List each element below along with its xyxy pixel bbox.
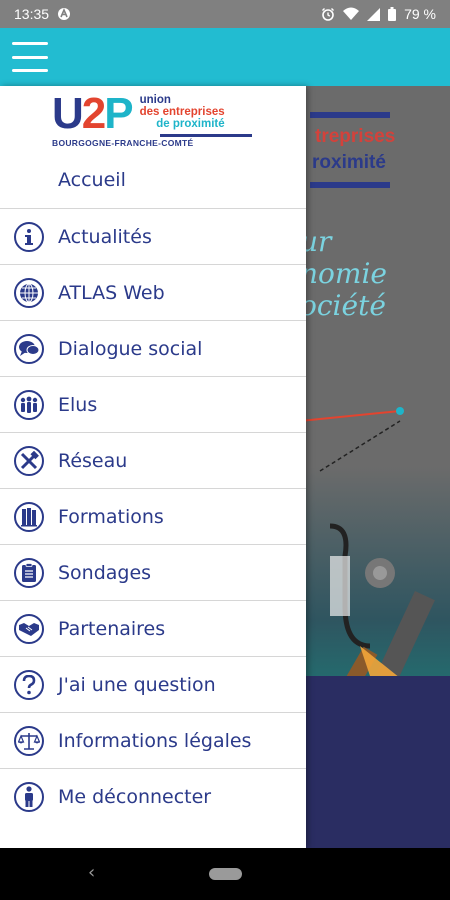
menu-item-label: Elus <box>58 393 98 416</box>
signal-icon <box>367 7 381 21</box>
chat-bubbles-icon <box>14 333 44 364</box>
system-nav-bar: ‹ <box>0 848 450 900</box>
menu-item-atlas-web[interactable]: ATLAS Web <box>0 265 306 321</box>
logo-region: BOURGOGNE-FRANCHE-COMTÉ <box>52 138 194 148</box>
alarm-icon <box>321 7 335 21</box>
menu-item-label: Me déconnecter <box>58 786 212 808</box>
navigation-drawer: U2P union des entreprises de proximité B… <box>0 86 306 848</box>
menu-item-sondages[interactable]: Sondages <box>0 545 306 601</box>
wifi-icon <box>343 7 360 21</box>
menu-item-label: Accueil <box>58 169 126 191</box>
menu-item-label: ATLAS Web <box>58 281 165 304</box>
person-icon <box>14 782 44 812</box>
globe-icon <box>14 277 44 308</box>
menu-item-partenaires[interactable]: Partenaires <box>0 601 306 657</box>
scales-icon <box>14 725 44 756</box>
status-bar: 13:35 79 % <box>0 0 450 28</box>
clipboard-icon <box>14 557 44 588</box>
menu-item-label: Dialogue social <box>58 337 203 360</box>
battery-level: 79 % <box>404 6 436 22</box>
menu-item-label: Réseau <box>58 449 128 472</box>
menu-item-label: Informations légales <box>58 729 252 752</box>
status-time: 13:35 <box>14 6 50 22</box>
menu-item-label: Partenaires <box>58 617 166 640</box>
menu-item-accueil[interactable]: Accueil <box>0 152 306 209</box>
menu-item-reseau[interactable]: Réseau <box>0 433 306 489</box>
menu-item-elus[interactable]: Elus <box>0 377 306 433</box>
battery-icon <box>388 7 397 21</box>
people-group-icon <box>14 389 44 420</box>
menu-item-label: Sondages <box>58 561 152 584</box>
tools-icon <box>14 445 44 476</box>
menu-item-question[interactable]: J'ai une question <box>0 657 306 713</box>
menu-item-actualites[interactable]: Actualités <box>0 209 306 265</box>
books-icon <box>14 501 44 532</box>
logo-stripe <box>160 134 252 137</box>
menu-item-dialogue-social[interactable]: Dialogue social <box>0 321 306 377</box>
menu-item-informations-legales[interactable]: Informations légales <box>0 713 306 769</box>
handshake-icon <box>14 613 44 644</box>
home-pill-icon[interactable] <box>209 868 242 880</box>
hamburger-menu-icon[interactable] <box>12 42 48 72</box>
question-icon <box>14 669 44 700</box>
menu-item-deconnecter[interactable]: Me déconnecter <box>0 769 306 825</box>
notification-icon <box>57 7 71 21</box>
menu-item-label: Actualités <box>58 225 152 248</box>
u2p-logo: U2P union des entreprises de proximité <box>52 89 225 138</box>
menu-item-label: J'ai une question <box>58 673 216 696</box>
menu-item-formations[interactable]: Formations <box>0 489 306 545</box>
app-bar <box>0 28 450 86</box>
info-icon <box>14 221 44 252</box>
back-icon[interactable]: ‹ <box>88 862 95 883</box>
drawer-header: U2P union des entreprises de proximité B… <box>0 86 306 152</box>
menu-item-label: Formations <box>58 505 164 528</box>
